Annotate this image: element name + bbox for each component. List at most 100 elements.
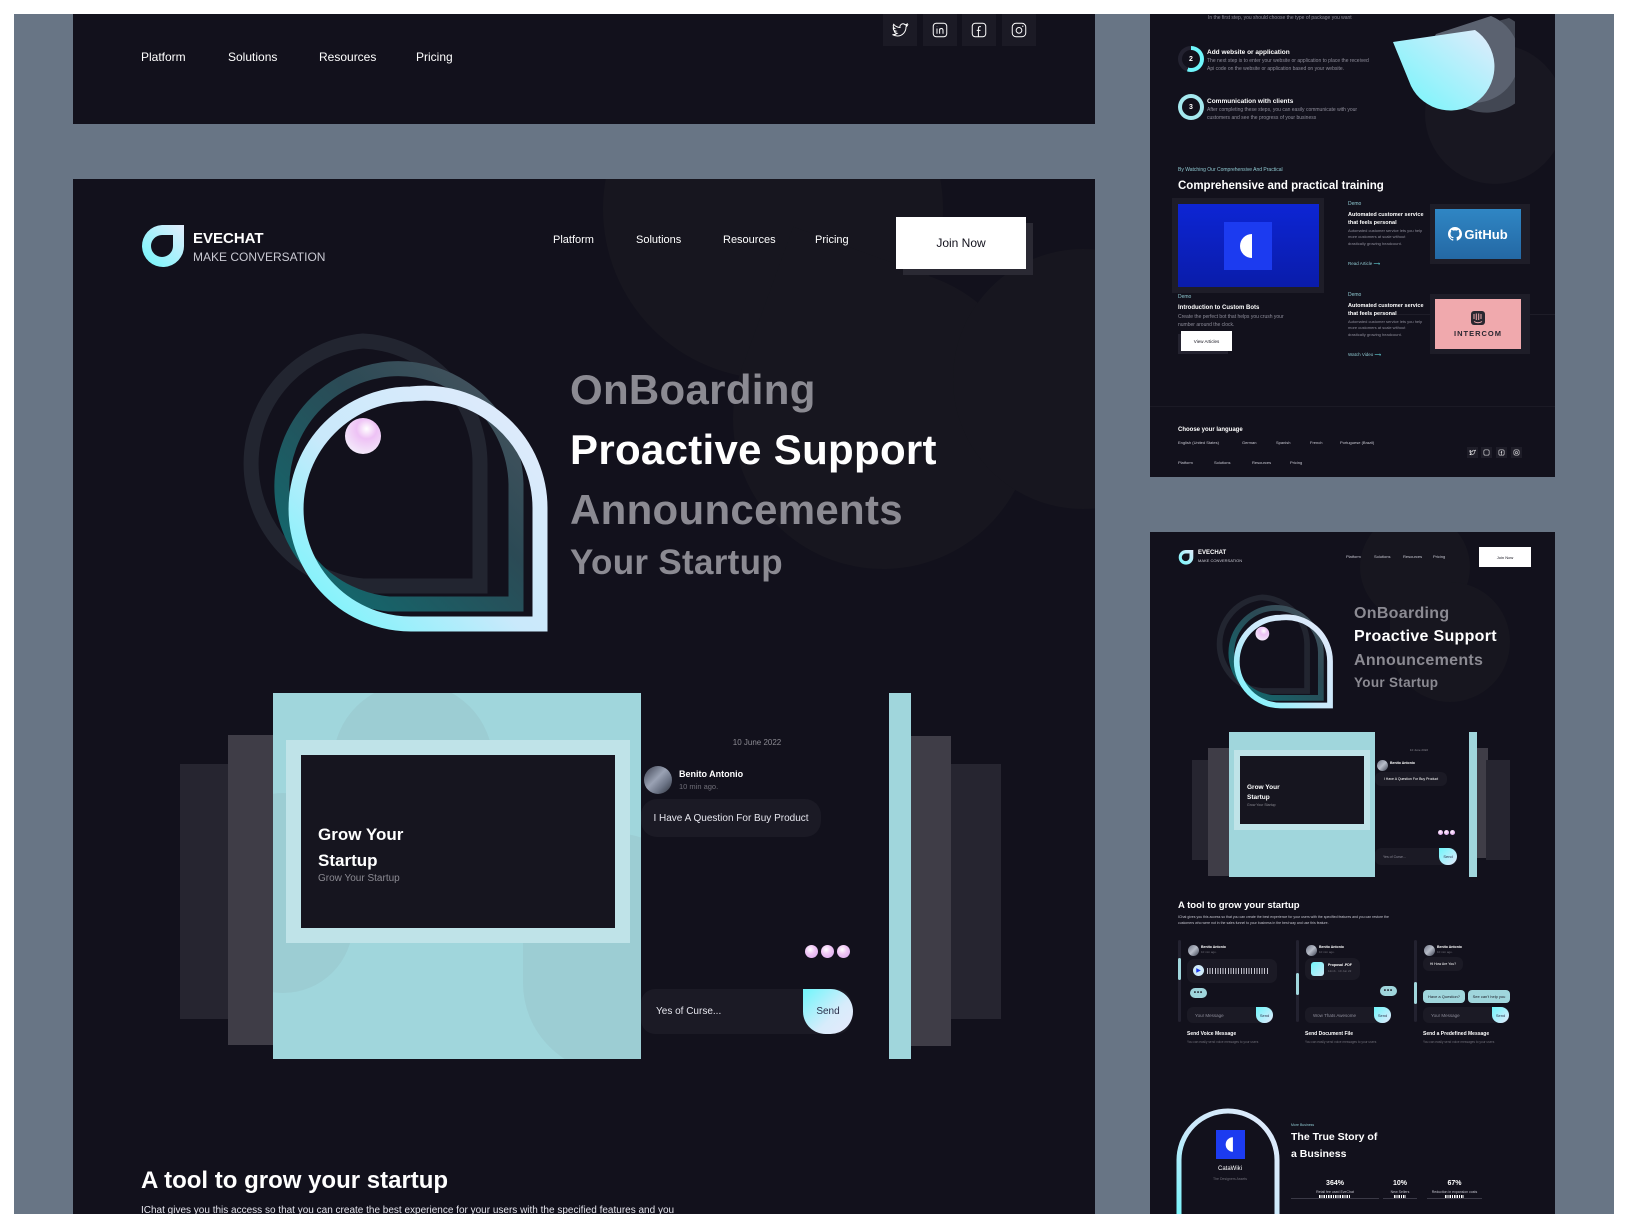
- grow-startup-inner: Grow Your Startup Grow Your Startup: [301, 755, 615, 928]
- evechat-logo-icon[interactable]: [140, 223, 186, 267]
- twitter-icon: [1469, 449, 1476, 456]
- nav-pricing[interactable]: Pricing: [815, 234, 849, 246]
- document-icon[interactable]: [1311, 962, 1324, 976]
- feature-user: Benito Antonio: [1437, 945, 1462, 949]
- hero-line-proactive-support[interactable]: Proactive Support: [1354, 628, 1497, 646]
- nav-resources[interactable]: Resources: [723, 234, 776, 246]
- avatar: [1424, 945, 1435, 956]
- story-title-line2: a Business: [1291, 1148, 1347, 1160]
- feature-title: Send Document File: [1305, 1031, 1354, 1037]
- hero-line-announcements[interactable]: Announcements: [570, 486, 903, 534]
- feature-scrollbar[interactable]: [1178, 940, 1181, 1022]
- send-button[interactable]: Send: [1256, 1007, 1273, 1023]
- card-title-line1: Grow Your: [318, 825, 404, 844]
- footer-nav-pricing[interactable]: Pricing: [416, 50, 453, 64]
- feature-desc: You can easily send voice messages to yo…: [1305, 1040, 1377, 1044]
- step-2-title: Add website or application: [1207, 49, 1290, 56]
- read-article-link[interactable]: Read Article ⟶: [1348, 261, 1380, 267]
- article-2-desc: Automated customer service lets you help…: [1348, 319, 1423, 337]
- mini-nav-platform[interactable]: Platform: [1178, 460, 1193, 465]
- github-thumbnail[interactable]: GitHub: [1435, 209, 1521, 259]
- brand-name: EVECHAT: [193, 230, 264, 247]
- hero-line-onboarding[interactable]: OnBoarding: [1354, 605, 1449, 623]
- mini-nav-solutions[interactable]: Solutions: [1374, 554, 1390, 559]
- join-now-button[interactable]: Join Now: [1479, 547, 1531, 567]
- footer-nav-platform[interactable]: Platform: [141, 50, 186, 64]
- typing-indicator: •••: [1380, 986, 1397, 996]
- language-option[interactable]: English (United States): [1178, 440, 1219, 445]
- send-button[interactable]: Send: [803, 989, 853, 1034]
- twitter-button[interactable]: [883, 14, 917, 46]
- footer-nav-resources[interactable]: Resources: [319, 50, 376, 64]
- send-button[interactable]: Send: [1492, 1007, 1509, 1023]
- feature-scrollbar[interactable]: [1414, 940, 1417, 1022]
- join-now-button[interactable]: Join Now: [896, 217, 1026, 269]
- mini-nav-solutions[interactable]: Solutions: [1214, 460, 1230, 465]
- quick-reply-chip[interactable]: See can't help you: [1468, 990, 1510, 1003]
- nav-platform[interactable]: Platform: [553, 234, 594, 246]
- play-icon[interactable]: ▶: [1193, 965, 1204, 976]
- brand-tagline: MAKE CONVERSATION: [1198, 558, 1243, 563]
- intercom-icon: [1471, 311, 1485, 325]
- linkedin-icon: [932, 22, 948, 38]
- back-card: [180, 764, 235, 1019]
- stat-value: 10%: [1392, 1180, 1407, 1187]
- card-title-line2: Startup: [318, 851, 378, 870]
- mini-nav-resources[interactable]: Resources: [1403, 554, 1422, 559]
- hero-line-onboarding[interactable]: OnBoarding: [570, 366, 816, 414]
- side-card: [1469, 732, 1477, 877]
- language-option[interactable]: Spanish: [1276, 440, 1290, 445]
- instagram-button[interactable]: [1511, 447, 1522, 458]
- chat-date: 10 June 2022: [1409, 748, 1429, 752]
- mini-nav-pricing[interactable]: Pricing: [1433, 554, 1445, 559]
- arrow-right-icon: ⟶: [1374, 352, 1381, 357]
- feature-scrollbar[interactable]: [1296, 940, 1299, 1022]
- footer-nav-solutions[interactable]: Solutions: [228, 50, 277, 64]
- avatar[interactable]: [644, 766, 672, 794]
- intercom-thumbnail[interactable]: INTERCOM: [1435, 299, 1521, 349]
- language-title: Choose your language: [1178, 427, 1243, 433]
- document-message: Proposal .PDF 12mb · 10 Jun 22: [1305, 958, 1360, 980]
- company-name: CataWiki: [1217, 1166, 1242, 1172]
- hero-line-announcements[interactable]: Announcements: [1354, 652, 1483, 670]
- mini-nav-platform[interactable]: Platform: [1346, 554, 1361, 559]
- language-option[interactable]: German: [1242, 440, 1256, 445]
- linkedin-icon: [1483, 449, 1490, 456]
- hero-line-your-startup[interactable]: Your Startup: [570, 543, 783, 583]
- stat-label: New Sellers: [1390, 1190, 1410, 1194]
- stat-label: Reduction in expansion costs: [1431, 1190, 1478, 1194]
- hero-line-proactive-support[interactable]: Proactive Support: [570, 426, 937, 474]
- language-option[interactable]: Portuguese (Brazil): [1340, 440, 1374, 445]
- quick-reply-chip[interactable]: Have a Question?: [1423, 990, 1465, 1003]
- avatar[interactable]: [1377, 760, 1388, 771]
- hero-line-your-startup[interactable]: Your Startup: [1354, 675, 1438, 690]
- catawiki-video-thumbnail[interactable]: [1178, 204, 1319, 287]
- facebook-button[interactable]: [962, 14, 996, 46]
- mini-nav-resources[interactable]: Resources: [1252, 460, 1271, 465]
- stat-label: Retail fee used EveChat: [1316, 1190, 1354, 1194]
- linkedin-button[interactable]: [923, 14, 957, 46]
- instagram-button[interactable]: [1002, 14, 1036, 46]
- card-subtitle: Grow Your Startup: [318, 873, 400, 884]
- story-bubble-graphic: [1176, 1108, 1280, 1214]
- view-articles-button[interactable]: View Articles: [1181, 331, 1232, 351]
- linkedin-button[interactable]: [1481, 447, 1492, 458]
- mini-nav-pricing[interactable]: Pricing: [1290, 460, 1302, 465]
- send-button[interactable]: Send: [1374, 1007, 1391, 1023]
- step-2-desc: The next step is to enter your website o…: [1207, 58, 1369, 72]
- language-option[interactable]: French: [1310, 440, 1322, 445]
- nav-solutions[interactable]: Solutions: [636, 234, 681, 246]
- twitter-button[interactable]: [1467, 447, 1478, 458]
- feature-user: Benito Antonio: [1319, 945, 1344, 949]
- evechat-logo-icon[interactable]: [1178, 549, 1194, 565]
- showcase-canvas: Platform Solutions Resources Pricing EVE…: [14, 14, 1614, 1214]
- watch-video-link[interactable]: Watch Video ⟶: [1348, 352, 1381, 358]
- grow-startup-card: Grow Your Startup Grow Your Startup: [273, 693, 641, 1059]
- pink-orb: [345, 418, 381, 454]
- instagram-icon: [1011, 22, 1027, 38]
- facebook-button[interactable]: [1496, 447, 1507, 458]
- send-button[interactable]: Send: [1439, 848, 1457, 865]
- chat-user-name: Benito Antonio: [679, 769, 744, 779]
- card-title-line2: Startup: [1247, 794, 1270, 801]
- back-card: [911, 736, 951, 1046]
